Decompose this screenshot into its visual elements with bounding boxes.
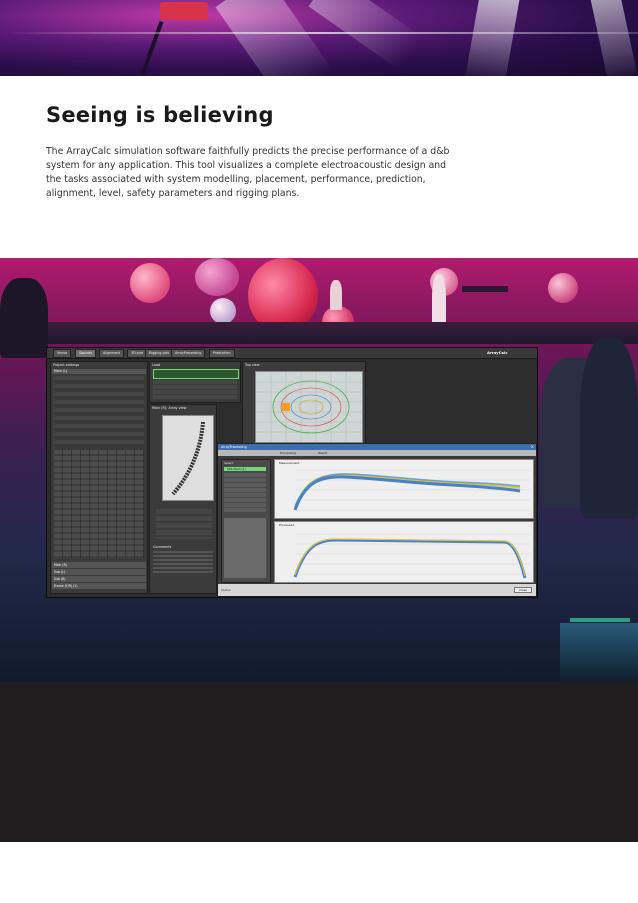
section-label: Frame (Y/R) (1) bbox=[54, 584, 78, 588]
dialog-statusbar: Status Close bbox=[218, 584, 536, 596]
tab-processing[interactable]: Processing bbox=[280, 451, 296, 455]
tab-alignment[interactable]: Alignment bbox=[99, 349, 124, 358]
camera-crane bbox=[140, 21, 164, 75]
source-list: Select SPL Main (1) bbox=[221, 459, 271, 583]
app-tabbar: Venue Sources Alignment 3D plot Rigging … bbox=[47, 348, 537, 359]
project-settings-title: Project settings bbox=[53, 363, 80, 367]
tab-sources[interactable]: Sources bbox=[75, 349, 97, 358]
close-button[interactable]: Close bbox=[513, 587, 532, 593]
console-light bbox=[570, 618, 630, 622]
load-values bbox=[153, 380, 237, 400]
load-selection[interactable] bbox=[153, 369, 239, 379]
section-frame[interactable]: Frame (Y/R) (1) bbox=[52, 583, 146, 589]
app-brand: ArrayCalc bbox=[487, 350, 508, 355]
source-list-header: Select bbox=[224, 461, 234, 465]
settings-grid bbox=[54, 376, 144, 446]
section-sub-r[interactable]: Sub (R) bbox=[52, 576, 146, 582]
project-settings-panel: Project settings Main (L) Main (R) Sub (… bbox=[50, 361, 148, 594]
main-l-header[interactable]: Main (L) bbox=[52, 369, 146, 374]
array-settings bbox=[156, 509, 212, 539]
hero-concert-photo bbox=[0, 0, 638, 76]
section-label: Sub (R) bbox=[54, 577, 66, 581]
tab-rigging-plot[interactable]: Rigging plot bbox=[145, 349, 173, 358]
tab-production[interactable]: Production bbox=[209, 349, 235, 358]
tab-result[interactable]: Result bbox=[318, 451, 327, 455]
audience-member bbox=[0, 278, 48, 358]
source-preview bbox=[224, 518, 266, 578]
dialog-title: ArrayProcessing bbox=[221, 445, 247, 449]
section-main-r[interactable]: Main (R) bbox=[52, 562, 146, 568]
measurement-curves bbox=[293, 469, 530, 511]
keyboard-stand bbox=[462, 286, 508, 292]
arrayprocessing-dialog: ArrayProcessing × Processing Result Sele… bbox=[217, 443, 537, 597]
source-rows bbox=[224, 473, 266, 513]
array-curve bbox=[171, 421, 205, 496]
mixing-console bbox=[560, 623, 638, 682]
balloon bbox=[130, 263, 170, 303]
top-view-title: Top view bbox=[245, 363, 260, 367]
tab-3d-plot[interactable]: 3D plot bbox=[127, 349, 148, 358]
light-beam bbox=[590, 0, 638, 76]
audience-member bbox=[580, 338, 638, 518]
processed-graph: Processed bbox=[274, 521, 534, 583]
array-view-graph bbox=[162, 415, 214, 501]
tab-venue[interactable]: Venue bbox=[53, 349, 72, 358]
tab-arrayprocessing[interactable]: ArrayProcessing bbox=[171, 349, 206, 358]
selected-source[interactable]: SPL Main (1) bbox=[224, 467, 266, 471]
balloon bbox=[195, 258, 239, 296]
stage-edge bbox=[0, 322, 638, 344]
array-view-title: Main (R): Array view bbox=[152, 406, 187, 410]
venue-plot bbox=[256, 372, 362, 442]
light-beam bbox=[464, 0, 520, 76]
comments-box bbox=[153, 551, 213, 575]
top-view-panel: Top view bbox=[242, 361, 366, 445]
load-title: Load bbox=[152, 363, 161, 367]
section-sub-l[interactable]: Sub (L) bbox=[52, 569, 146, 575]
section-label: Main (R) bbox=[54, 563, 67, 567]
close-icon[interactable]: × bbox=[531, 444, 534, 449]
positions-table bbox=[54, 450, 144, 558]
load-panel: Load bbox=[149, 361, 241, 403]
stage-light-line bbox=[0, 32, 638, 34]
arraycalc-screenshot: Venue Sources Alignment 3D plot Rigging … bbox=[46, 347, 538, 598]
top-view-graph bbox=[255, 371, 363, 443]
processed-curves bbox=[293, 533, 530, 579]
intro-paragraph: The ArrayCalc simulation software faithf… bbox=[46, 146, 450, 199]
array-view-panel: Main (R): Array view Comments bbox=[149, 404, 217, 594]
main-l-label: Main (L) bbox=[54, 369, 68, 373]
selected-source-label: SPL Main (1) bbox=[227, 467, 246, 471]
status-label: Status bbox=[221, 588, 231, 592]
balloon bbox=[548, 273, 578, 303]
section-label: Sub (L) bbox=[54, 570, 66, 574]
measurement-graph: Measurement bbox=[274, 459, 534, 519]
truss-light-fixture bbox=[160, 2, 208, 20]
page-title: Seeing is believing bbox=[46, 103, 274, 127]
comments-title: Comments bbox=[153, 545, 172, 549]
balloon bbox=[210, 298, 236, 324]
performer bbox=[330, 280, 342, 310]
dark-footer-band bbox=[0, 682, 638, 842]
